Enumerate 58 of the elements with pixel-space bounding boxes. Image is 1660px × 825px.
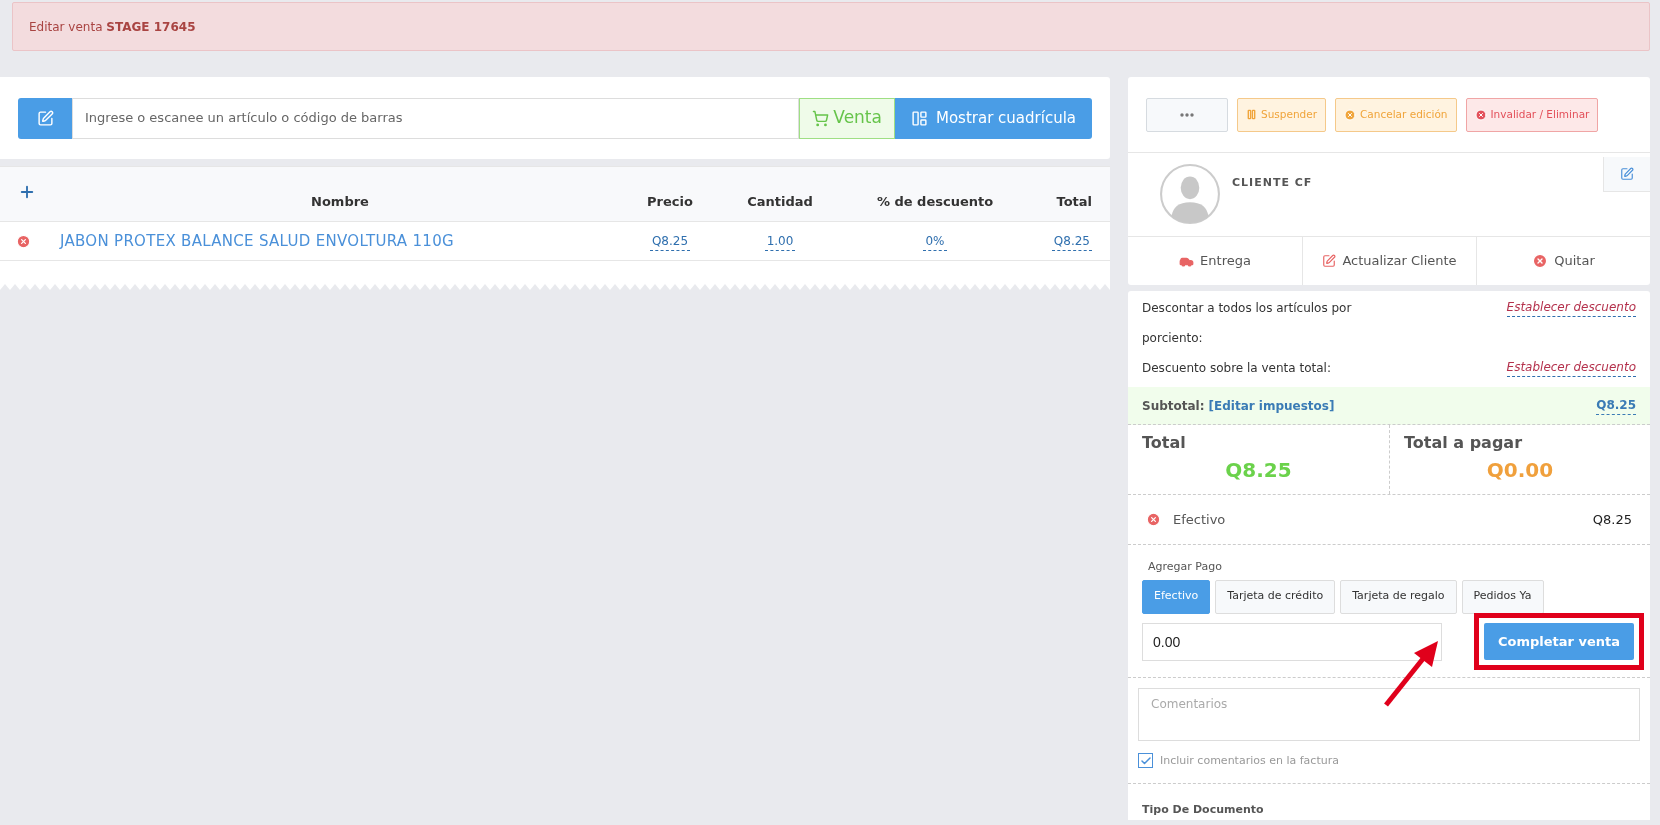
- customer-action-button[interactable]: Actualizar Cliente: [1302, 237, 1476, 285]
- discount-label: Descontar a todos los artículos por porciento:: [1142, 300, 1353, 347]
- column-header: Total: [1055, 192, 1093, 211]
- pause-icon: [1246, 109, 1257, 120]
- customer-name: CLIENTE CF: [1232, 175, 1313, 191]
- payment-method-tab[interactable]: Efectivo: [1142, 579, 1211, 614]
- comments-field[interactable]: Comentarios: [1138, 687, 1640, 741]
- grid-icon: [910, 109, 928, 127]
- alert-text: Editar venta STAGE 17645: [29, 18, 196, 36]
- close-circle-icon: [1532, 253, 1549, 269]
- column-header: % de descuento: [875, 192, 995, 211]
- column-header: Cantidad: [746, 192, 814, 211]
- include-comments-checkbox[interactable]: [1138, 753, 1153, 769]
- search-field[interactable]: Ingrese o escanee un artículo o código de barras: [72, 97, 800, 139]
- payment-method-tab[interactable]: Pedidos Ya: [1461, 579, 1544, 614]
- subtotal-value[interactable]: Q8.25: [1596, 396, 1636, 415]
- close-circle-icon: [1474, 108, 1487, 121]
- edit-button[interactable]: [18, 97, 72, 139]
- document-type-title: Tipo De Documento: [1142, 803, 1264, 816]
- customer-action-button[interactable]: Quitar: [1476, 237, 1650, 285]
- set-discount-link[interactable]: Establecer descuento: [1506, 298, 1636, 317]
- close-circle-icon: [1344, 108, 1356, 121]
- payment-amount: Q8.25: [1592, 510, 1632, 529]
- remove-item-icon[interactable]: [16, 233, 31, 249]
- check-icon: [1139, 754, 1152, 767]
- edit-customer-button[interactable]: [1603, 157, 1650, 192]
- column-header: Nombre: [310, 192, 370, 211]
- add-item-icon[interactable]: [18, 183, 36, 201]
- action-button[interactable]: Invalidar / Eliminar: [1465, 97, 1599, 132]
- payment-amount-field[interactable]: 0.00: [1142, 622, 1442, 661]
- cart-icon: [812, 109, 830, 127]
- payment-method-tab[interactable]: Tarjeta de regalo: [1340, 579, 1457, 614]
- editable-cell-value[interactable]: Q8.25: [649, 231, 691, 251]
- column-header: Precio: [646, 192, 694, 211]
- editable-cell-value[interactable]: Q8.25: [1051, 231, 1092, 251]
- total-label: Total: [1142, 432, 1187, 454]
- payment-type: Efectivo: [1173, 510, 1227, 529]
- show-grid-button[interactable]: Mostrar cuadrícula: [894, 97, 1092, 139]
- editable-cell-value[interactable]: 1.00: [764, 231, 796, 251]
- total-label: Total a pagar: [1404, 432, 1524, 454]
- set-discount-link[interactable]: Establecer descuento: [1506, 358, 1636, 377]
- ellipsis-icon: [1180, 112, 1194, 117]
- subtotal-label: Subtotal:: [1142, 397, 1205, 415]
- add-payment-title: Agregar Pago: [1148, 559, 1223, 575]
- customer-action-button[interactable]: Entrega: [1128, 237, 1302, 285]
- include-comments-label: Incluir comentarios en la factura: [1160, 752, 1339, 769]
- edit-taxes-link[interactable]: [Editar impuestos]: [1208, 396, 1335, 415]
- edit-icon: [36, 109, 54, 127]
- edit-icon: [1322, 254, 1337, 268]
- discount-label: Descuento sobre la venta total:: [1142, 360, 1332, 377]
- payment-method-tab[interactable]: Tarjeta de crédito: [1215, 579, 1336, 614]
- item-name-link[interactable]: JABON PROTEX BALANCE SALUD ENVOLTURA 110G: [60, 229, 620, 253]
- complete-sale-button[interactable]: Completar venta: [1484, 623, 1634, 660]
- editable-cell-value[interactable]: 0%: [923, 231, 947, 251]
- total-amount: Q8.25: [1225, 457, 1292, 484]
- edit-icon: [1620, 167, 1634, 181]
- total-amount: Q0.00: [1486, 457, 1554, 484]
- remove-payment-icon[interactable]: [1146, 512, 1161, 527]
